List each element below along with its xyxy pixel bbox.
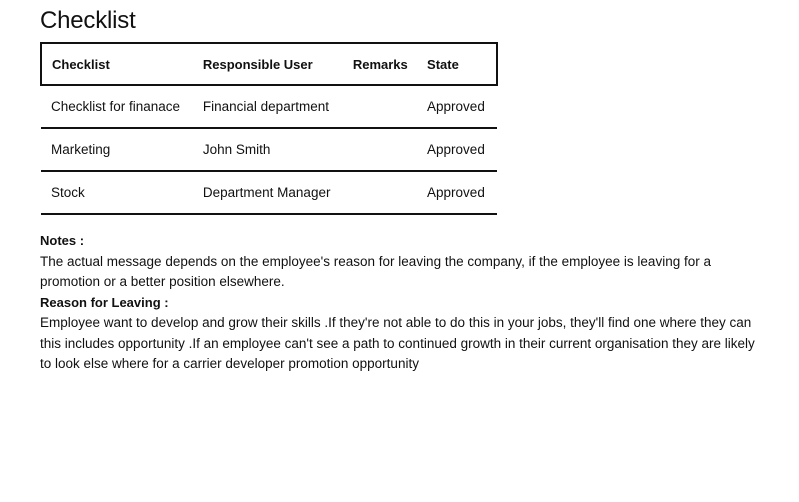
header-checklist: Checklist — [52, 56, 110, 72]
cell-remarks — [342, 85, 418, 129]
header-remarks: Remarks — [352, 56, 408, 72]
cell-checklist: Marketing — [41, 128, 193, 172]
header-responsible-user: Responsible User — [202, 56, 313, 72]
checklist-table: Checklist Responsible User Remarks State… — [40, 42, 498, 215]
notes-text: The actual message depends on the employ… — [40, 253, 711, 290]
cell-state: Approved — [417, 85, 497, 129]
cell-responsible-user: Financial department — [192, 85, 343, 129]
cell-checklist: Checklist for finanace — [41, 85, 193, 129]
cell-responsible-user: Department Manager — [192, 171, 343, 215]
reason-label: Reason for Leaving : — [40, 294, 169, 310]
table-row: Stock Department Manager Approved — [41, 171, 497, 215]
cell-remarks — [342, 128, 418, 172]
cell-remarks — [342, 171, 418, 215]
notes-section: Notes : The actual message depends on th… — [40, 231, 760, 375]
notes-label: Notes : — [40, 233, 85, 248]
page-title: Checklist — [40, 7, 136, 34]
cell-checklist: Stock — [41, 171, 193, 215]
table-row: Marketing John Smith Approved — [41, 128, 497, 172]
table-row: Checklist for finanace Financial departm… — [41, 85, 497, 129]
cell-state: Approved — [417, 128, 497, 172]
header-state: State — [427, 56, 459, 72]
cell-responsible-user: John Smith — [192, 128, 343, 172]
document-page: Checklist Checklist Responsible User Rem… — [40, 6, 760, 375]
reason-text: Employee want to develop and grow their … — [40, 315, 755, 371]
table-header-row: Checklist Responsible User Remarks State — [41, 43, 497, 85]
cell-state: Approved — [417, 171, 497, 215]
